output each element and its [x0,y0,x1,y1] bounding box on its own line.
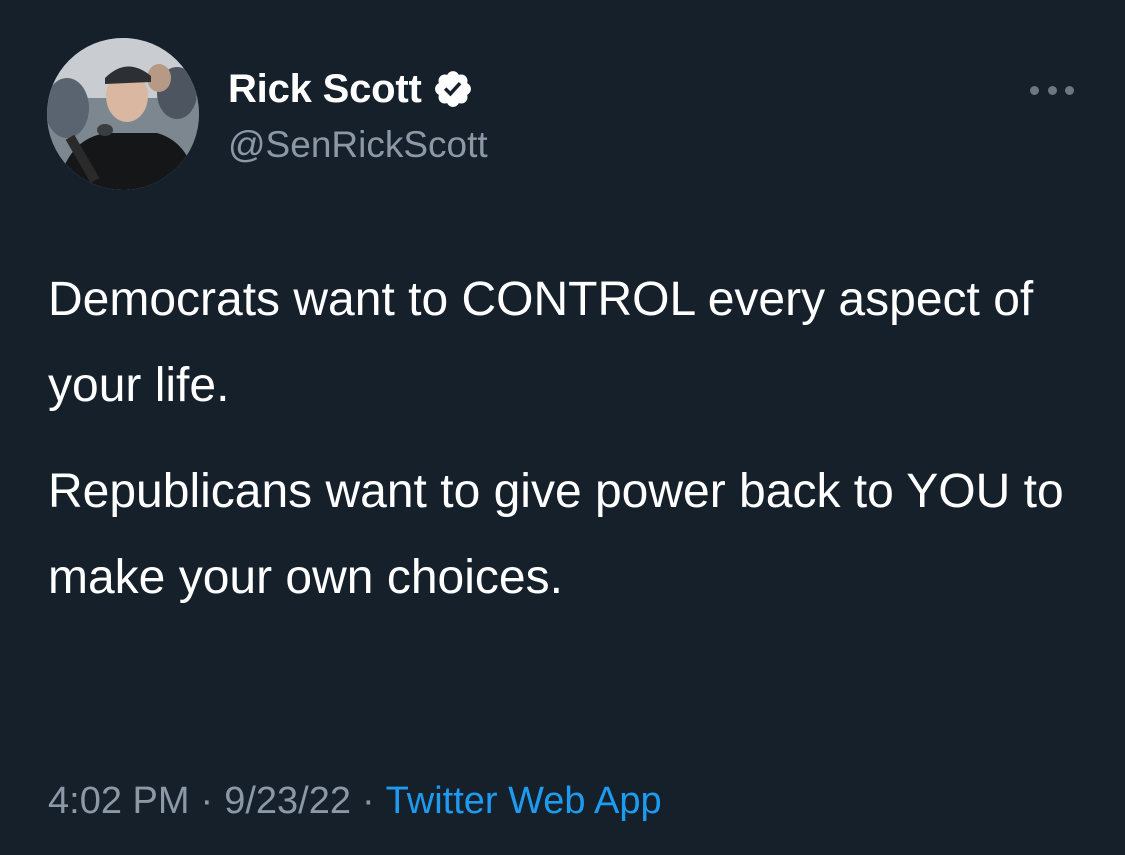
tweet-text: Democrats want to CONTROL every aspect o… [48,257,1088,621]
name-row: Rick Scott [228,66,488,112]
author-avatar[interactable] [47,38,199,190]
tweet-paragraph-2: Republicans want to give power back to Y… [48,465,1064,604]
tweet-time[interactable]: 4:02 PM [48,780,190,822]
tweet: Rick Scott @SenRickScott Democrats want … [0,0,1125,855]
more-options-button[interactable] [1030,78,1074,102]
more-dots-icon [1047,85,1057,95]
author-info: Rick Scott @SenRickScott [228,66,488,166]
verified-badge-icon [432,68,474,110]
tweet-meta: 4:02 PM · 9/23/22 · Twitter Web App [48,774,662,828]
author-display-name[interactable]: Rick Scott [228,66,422,112]
more-dots-icon [1030,85,1039,95]
meta-separator: · [200,780,214,822]
profile-photo-icon [47,38,199,190]
tweet-source-link[interactable]: Twitter Web App [386,780,662,822]
more-dots-icon [1065,85,1074,95]
meta-separator: · [361,780,375,822]
author-handle[interactable]: @SenRickScott [228,124,488,166]
tweet-date[interactable]: 9/23/22 [224,780,351,822]
tweet-paragraph-1: Democrats want to CONTROL every aspect o… [48,273,1034,412]
